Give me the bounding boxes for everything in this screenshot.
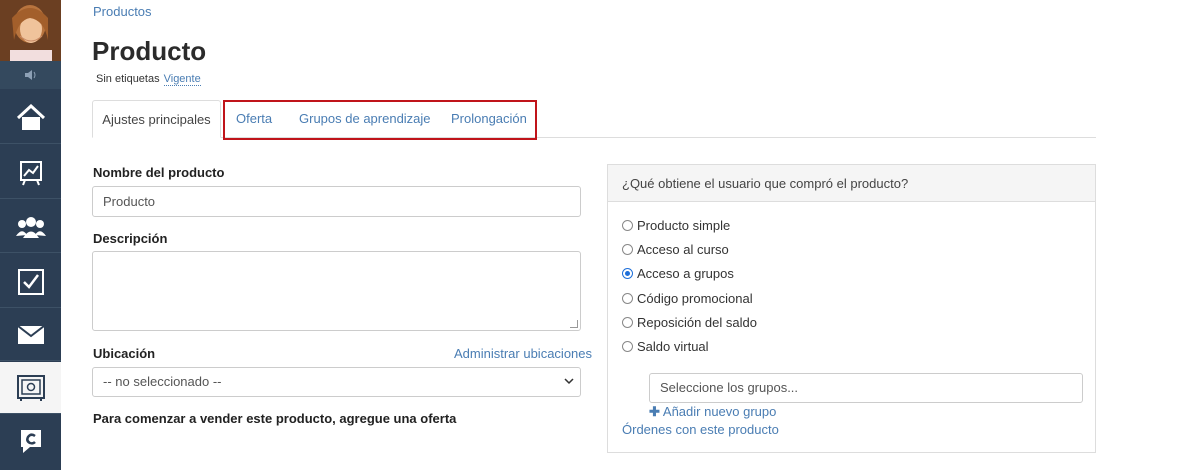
option-label: Acceso al curso: [637, 242, 729, 257]
safe-icon[interactable]: [0, 362, 61, 414]
product-name-input[interactable]: Producto: [92, 186, 581, 217]
radio-virtual-balance[interactable]: [622, 341, 633, 352]
breadcrumb[interactable]: Productos: [93, 4, 152, 19]
mail-icon[interactable]: [0, 309, 61, 361]
chevron-down-icon: [564, 368, 574, 406]
add-new-group-link[interactable]: ✚ Añadir nuevo grupo: [649, 404, 776, 420]
status-badge[interactable]: Vigente: [163, 73, 201, 86]
plus-icon: ✚: [649, 404, 660, 419]
radio-course-access[interactable]: [622, 244, 633, 255]
add-offer-hint: Para comenzar a vender este producto, ag…: [93, 411, 457, 426]
manage-locations-link[interactable]: Administrar ubicaciones: [454, 346, 592, 361]
option-promo-code[interactable]: Código promocional: [622, 291, 753, 306]
description-textarea[interactable]: [92, 251, 581, 331]
product-type-panel: ¿Qué obtiene el usuario que compró el pr…: [607, 164, 1096, 453]
checkbox-icon[interactable]: [0, 256, 61, 308]
option-group-access[interactable]: Acceso a grupos: [622, 266, 734, 281]
orders-with-product-link[interactable]: Órdenes con este producto: [622, 422, 779, 437]
resize-handle-icon[interactable]: [570, 320, 578, 328]
option-balance-topup[interactable]: Reposición del saldo: [622, 315, 757, 330]
radio-group-access[interactable]: [622, 268, 633, 279]
option-course-access[interactable]: Acceso al curso: [622, 242, 729, 257]
volume-icon[interactable]: [0, 61, 61, 89]
option-virtual-balance[interactable]: Saldo virtual: [622, 339, 709, 354]
tags-row: Sin etiquetas Vigente: [96, 73, 201, 86]
product-name-label: Nombre del producto: [93, 165, 225, 180]
option-label: Código promocional: [637, 291, 753, 306]
option-label: Acceso a grupos: [637, 266, 734, 281]
add-group-label: Añadir nuevo grupo: [662, 404, 777, 419]
avatar[interactable]: [0, 0, 61, 61]
home-icon[interactable]: [0, 92, 61, 144]
option-label: Producto simple: [637, 218, 731, 233]
tags-label[interactable]: Sin etiquetas: [96, 73, 160, 85]
option-simple-product[interactable]: Producto simple: [622, 218, 730, 233]
tab-main-settings[interactable]: Ajustes principales: [92, 100, 221, 138]
option-label: Reposición del saldo: [637, 315, 757, 330]
radio-promo-code[interactable]: [622, 293, 633, 304]
location-label: Ubicación: [93, 346, 156, 361]
panel-question: ¿Qué obtiene el usuario que compró el pr…: [608, 165, 1095, 202]
option-label: Saldo virtual: [637, 339, 709, 354]
page-title: Producto: [92, 36, 207, 66]
location-select-value: -- no seleccionado --: [103, 374, 222, 389]
chart-icon[interactable]: [0, 147, 61, 199]
users-icon[interactable]: [0, 201, 61, 253]
tabs-highlight-box: [223, 100, 537, 140]
radio-balance-topup[interactable]: [622, 317, 633, 328]
chat-logo-icon[interactable]: [0, 415, 61, 467]
groups-select-input[interactable]: Seleccione los grupos...: [649, 373, 1083, 403]
sidebar: [0, 0, 61, 470]
location-select[interactable]: -- no seleccionado --: [92, 367, 581, 397]
description-label: Descripción: [93, 231, 168, 246]
radio-simple-product[interactable]: [622, 220, 633, 231]
